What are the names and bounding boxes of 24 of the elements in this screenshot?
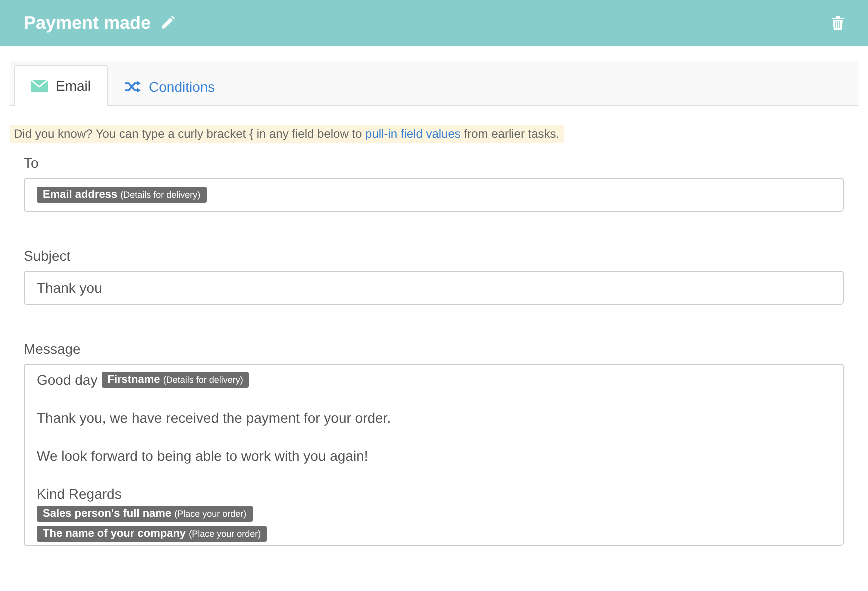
message-field[interactable] bbox=[24, 364, 844, 546]
message-text: Kind Regards bbox=[37, 486, 122, 502]
field-tag: Email address (Details for delivery) bbox=[37, 187, 207, 203]
shuffle-icon bbox=[125, 80, 142, 92]
edit-icon[interactable] bbox=[161, 16, 176, 30]
field-values-link[interactable]: pull-in field values bbox=[366, 127, 461, 141]
message-text: Thank you, we have received the payment for your order. bbox=[37, 410, 392, 426]
page-title: Payment made bbox=[24, 12, 152, 34]
message-text: Good day bbox=[37, 372, 98, 388]
tip-text: Did you know? You can type a curly bracket { in any field below to pull-in field values from earlier tasks. bbox=[10, 125, 564, 143]
tab[interactable]: Conditions bbox=[108, 66, 232, 106]
message-text: We look forward to being able to work with you again! bbox=[37, 448, 368, 464]
tab[interactable]: Email bbox=[14, 65, 108, 106]
message-text: Thank you bbox=[37, 280, 102, 296]
field-tag: Sales person's full name (Place your order) bbox=[37, 506, 253, 522]
field-label: Subject bbox=[24, 248, 72, 264]
delete-icon[interactable] bbox=[832, 16, 844, 30]
field-tag: The name of your company (Place your order) bbox=[37, 526, 268, 542]
envelope-icon bbox=[31, 80, 48, 92]
field-tag: Firstname (Details for delivery) bbox=[102, 372, 250, 388]
field-label: To bbox=[24, 155, 40, 171]
input-field[interactable]: Email address (Details for delivery) bbox=[24, 178, 844, 212]
input-field[interactable]: Thank you bbox=[24, 271, 844, 305]
field-label: Message bbox=[24, 341, 82, 357]
